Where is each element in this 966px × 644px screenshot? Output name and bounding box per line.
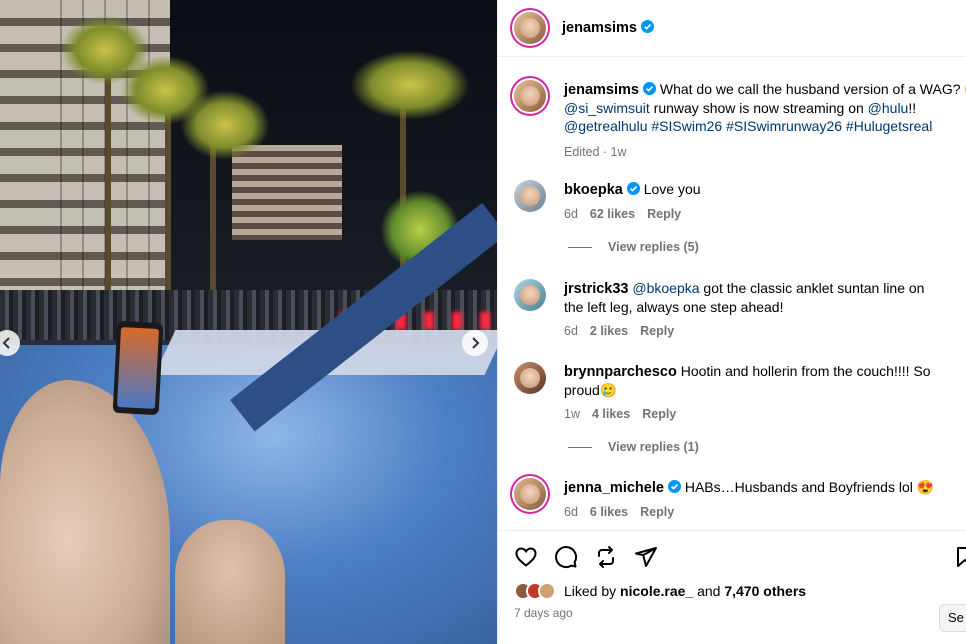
verified-badge-icon	[626, 182, 640, 195]
reply-button[interactable]: Reply	[640, 324, 674, 338]
caption-line: @si_swimsuit runway show is now streamin…	[564, 100, 916, 116]
caption-text: !!	[908, 100, 917, 116]
spectator-hand	[175, 520, 285, 644]
comment-text: HABs…Husbands and Boyfriends lol 😍	[684, 479, 935, 495]
commenter-avatar[interactable]	[514, 180, 546, 212]
post-side-panel: jenamsims jenamsims What do we call the …	[497, 0, 966, 644]
bookmark-icon[interactable]	[953, 545, 966, 569]
author-avatar[interactable]	[514, 80, 546, 112]
comment-age: 1w	[564, 407, 580, 421]
comment-likes[interactable]: 2 likes	[590, 324, 628, 338]
liker-avatar	[538, 582, 556, 600]
send-icon[interactable]	[634, 545, 658, 569]
see-translation-button[interactable]: Se	[939, 604, 966, 632]
mention-link[interactable]: @hulu	[868, 100, 909, 116]
caption-line: @getrealhulu #SISwim26 #SISwimrunway26 #…	[564, 118, 932, 134]
heart-icon[interactable]	[514, 545, 538, 569]
reply-button[interactable]: Reply	[647, 207, 681, 221]
background-building-far	[232, 145, 342, 240]
mention-link[interactable]: @getrealhulu	[564, 118, 648, 134]
caption-text: What do we call the husband version of a…	[659, 81, 965, 97]
chevron-left-icon	[2, 337, 10, 349]
chevron-right-icon	[472, 337, 480, 349]
reply-button[interactable]: Reply	[642, 407, 676, 421]
author-avatar[interactable]	[514, 12, 546, 44]
comment-body: brynnparchesco Hootin and hollerin from …	[564, 362, 944, 421]
view-replies-button[interactable]: View replies (5)	[568, 240, 699, 254]
post-media-video[interactable]	[0, 0, 497, 644]
spectator-phone	[112, 320, 164, 416]
post-time-ago[interactable]: 7 days ago	[514, 606, 573, 620]
commenter-avatar[interactable]	[514, 279, 546, 311]
commenter-avatar[interactable]	[514, 478, 546, 510]
comment-age: 6d	[564, 207, 578, 221]
liked-by-prefix: Liked by	[564, 583, 617, 599]
liked-by-row: Liked by nicole.rae_ and 7,470 others	[514, 582, 806, 600]
hashtag-link[interactable]: #SISwim26	[651, 118, 722, 134]
instagram-post: jenamsims jenamsims What do we call the …	[0, 0, 966, 644]
author-name-row: jenamsims	[562, 19, 654, 37]
commenter-avatar[interactable]	[514, 362, 546, 394]
comment-likes[interactable]: 4 likes	[592, 407, 630, 421]
comment-likes[interactable]: 62 likes	[590, 207, 635, 221]
comment-likes[interactable]: 6 likes	[590, 505, 628, 519]
mention-link[interactable]: @si_swimsuit	[564, 100, 650, 116]
likes-count-link[interactable]: 7,470 others	[724, 583, 806, 599]
verified-badge-icon	[667, 480, 681, 493]
next-media-button[interactable]	[462, 330, 488, 356]
comment-age: 6d	[564, 324, 578, 338]
comment-icon[interactable]	[554, 545, 578, 569]
view-replies-button[interactable]: View replies (1)	[568, 440, 699, 454]
comment-text: Love you	[643, 181, 701, 197]
caption-line: What do we call the husband version of a…	[660, 81, 966, 97]
verified-badge-icon	[640, 20, 654, 33]
reply-button[interactable]: Reply	[640, 505, 674, 519]
post-header: jenamsims	[498, 0, 966, 57]
caption-text: runway show is now streaming on	[649, 100, 868, 116]
commenter-username[interactable]: jrstrick33	[564, 281, 629, 297]
liker-username[interactable]: nicole.rae_	[620, 583, 693, 599]
commenter-username[interactable]: bkoepka	[564, 182, 623, 198]
commenter-username[interactable]: jenna_michele	[564, 480, 664, 496]
comment-body: jrstrick33 @bkoepka got the classic ankl…	[564, 279, 944, 338]
repost-icon[interactable]	[594, 545, 618, 569]
comment-body: bkoepka Love you 6d 62 likes Reply	[564, 180, 944, 221]
verified-badge-icon	[642, 82, 656, 95]
author-username[interactable]: jenamsims	[562, 20, 637, 36]
hashtag-link[interactable]: #Hulugetsreal	[846, 118, 932, 134]
hashtag-link[interactable]: #SISwimrunway26	[726, 118, 842, 134]
commenter-username[interactable]: brynnparchesco	[564, 364, 677, 380]
caption-body: jenamsims What do we call the husband ve…	[564, 80, 966, 161]
edited-label: Edited · 1w	[564, 145, 627, 159]
mention-link[interactable]: @bkoepka	[632, 280, 699, 296]
caption-username[interactable]: jenamsims	[564, 82, 639, 98]
comment-body: jenna_michele HABs…Husbands and Boyfrien…	[564, 478, 944, 519]
comment-age: 6d	[564, 505, 578, 519]
